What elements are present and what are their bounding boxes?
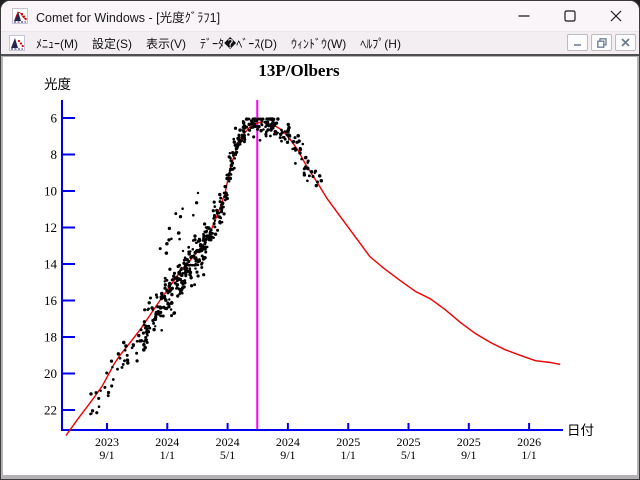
menu-item-5[interactable]: ｳｨﾝﾄﾞｳ(W) — [284, 33, 353, 54]
menu-item-2[interactable]: 設定(S) — [85, 33, 139, 54]
x-ticks: 20239/120241/120245/120249/120251/120255… — [95, 423, 541, 462]
svg-text:10: 10 — [44, 184, 57, 199]
menu-bar: ﾒﾆｭｰ(M)設定(S)表示(V)ﾃﾞｰﾀ�ﾍﾞｰｽ(D)ｳｨﾝﾄﾞｳ(W)ﾍﾙ… — [1, 31, 639, 54]
svg-text:2026: 2026 — [517, 435, 541, 449]
svg-text:2025: 2025 — [397, 435, 421, 449]
svg-text:6: 6 — [51, 111, 58, 126]
svg-text:9/1: 9/1 — [280, 448, 295, 462]
model-curve — [66, 122, 560, 436]
svg-text:2025: 2025 — [457, 435, 481, 449]
svg-text:20: 20 — [44, 366, 57, 381]
svg-text:2025: 2025 — [336, 435, 360, 449]
svg-text:9/1: 9/1 — [99, 448, 114, 462]
window-title: Comet for Windows - [光度ｸﾞﾗﾌ1] — [36, 7, 220, 26]
menu-item-3[interactable]: 表示(V) — [139, 33, 193, 54]
app-window: Comet for Windows - [光度ｸﾞﾗﾌ1] ﾒﾆｭｰ(M)設定(… — [0, 0, 640, 480]
svg-text:18: 18 — [44, 330, 57, 345]
svg-text:2024: 2024 — [216, 435, 240, 449]
menu-item-6[interactable]: ﾍﾙﾌﾟ(H) — [353, 33, 408, 54]
y-ticks: 6 8 10 12 14 16 18 20 22 — [44, 111, 75, 418]
axes — [61, 100, 563, 430]
mdi-minimize-button[interactable] — [567, 34, 588, 51]
x-axis-label: 日付 — [567, 423, 594, 438]
minimize-button[interactable] — [501, 1, 547, 31]
scatter-points — [89, 117, 323, 415]
svg-text:16: 16 — [44, 293, 58, 308]
chart-title: 13P/Olbers — [258, 61, 340, 80]
maximize-button[interactable] — [547, 1, 593, 31]
svg-text:1/1: 1/1 — [521, 448, 536, 462]
y-axis-label: 光度 — [44, 77, 71, 92]
menu-item-4[interactable]: ﾃﾞｰﾀ�ﾍﾞｰｽ(D) — [193, 33, 284, 54]
mdi-close-button[interactable] — [615, 34, 636, 51]
app-icon — [12, 8, 28, 24]
close-button[interactable] — [593, 1, 639, 31]
annotation-marker: v — [287, 133, 292, 144]
svg-text:2024: 2024 — [155, 435, 179, 449]
svg-text:2023: 2023 — [95, 435, 119, 449]
svg-text:5/1: 5/1 — [220, 448, 235, 462]
svg-text:14: 14 — [44, 257, 58, 272]
mdi-controls — [567, 34, 636, 51]
svg-text:9/1: 9/1 — [461, 448, 476, 462]
mdi-client-area: 13P/Olbers光度日付681012141618202220239/1202… — [1, 54, 639, 480]
svg-text:5/1: 5/1 — [401, 448, 416, 462]
document-icon[interactable] — [9, 35, 25, 51]
svg-text:12: 12 — [44, 220, 57, 235]
svg-text:1/1: 1/1 — [341, 448, 356, 462]
title-bar[interactable]: Comet for Windows - [光度ｸﾞﾗﾌ1] — [1, 1, 639, 31]
svg-text:2024: 2024 — [276, 435, 300, 449]
svg-text:8: 8 — [51, 147, 58, 162]
svg-text:1/1: 1/1 — [160, 448, 175, 462]
menu-item-1[interactable]: ﾒﾆｭｰ(M) — [29, 33, 85, 54]
light-curve-window: 13P/Olbers光度日付681012141618202220239/1202… — [3, 57, 637, 475]
mdi-restore-button[interactable] — [591, 34, 612, 51]
svg-text:22: 22 — [44, 403, 57, 418]
